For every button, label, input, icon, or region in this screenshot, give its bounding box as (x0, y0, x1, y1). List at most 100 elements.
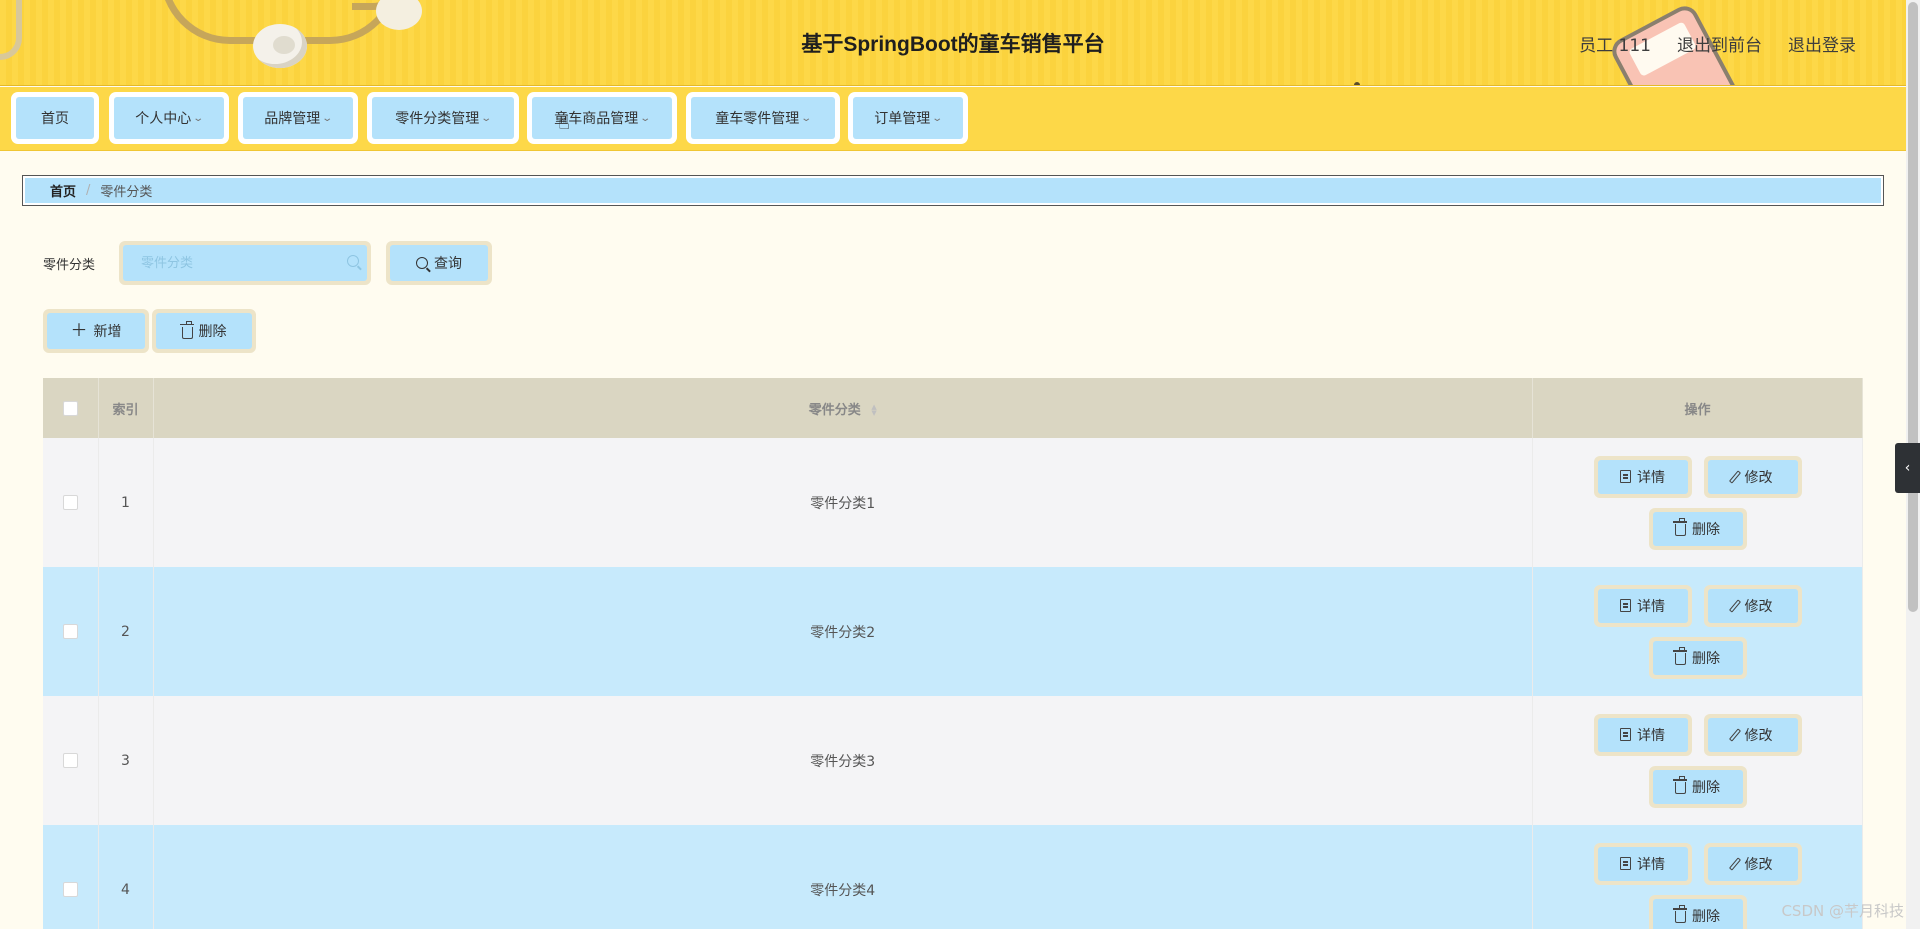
detail-button-inner: 详情 (1597, 588, 1688, 623)
delete-button-label: 删除 (1692, 779, 1720, 796)
header-select-all-cell (43, 378, 99, 438)
edit-button-inner: 修改 (1707, 846, 1798, 881)
chevron-left-icon: ‹ (1904, 460, 1911, 476)
edit-button-label: 修改 (1744, 727, 1773, 744)
delete-button-inner: 删除 (1652, 898, 1743, 929)
category-table: 索引 零件分类 ▲▼ 操作 1 零件分类1 详情 修改 删除 2 零件分类2 (43, 378, 1863, 929)
detail-button[interactable]: 详情 (1593, 584, 1692, 627)
decoration-earbud-icon (253, 24, 307, 68)
mouse-pointer-icon: ☝ (558, 110, 571, 134)
main-nav: 首页 个人中心 ⌄ 品牌管理 ⌄ 零件分类管理 ⌄ 童车商品管理 ⌄ 童车零件管… (0, 87, 1906, 151)
row-category: 零件分类3 (153, 696, 1533, 825)
document-icon (1620, 857, 1631, 870)
nav-item-brand[interactable]: 品牌管理 ⌄ (238, 92, 358, 144)
document-icon (1620, 470, 1631, 483)
row-index: 1 (98, 438, 154, 567)
detail-button[interactable]: 详情 (1593, 842, 1692, 885)
row-ops-cell: 详情 修改 删除 (1532, 438, 1863, 567)
header-user-area: 员工 111 退出到前台 退出登录 (1579, 31, 1856, 56)
search-input[interactable] (123, 245, 367, 281)
row-select-cell (43, 696, 99, 825)
chevron-down-icon: ⌄ (800, 112, 813, 124)
nav-item-part-category[interactable]: 零件分类管理 ⌄ (367, 92, 519, 144)
table-row: 3 零件分类3 详情 修改 删除 (43, 696, 1863, 825)
decoration-dot (1354, 82, 1360, 85)
search-input-wrap (119, 241, 371, 285)
side-panel-toggle[interactable]: ‹ (1895, 443, 1920, 493)
row-ops: 详情 修改 删除 (1588, 455, 1808, 550)
header-bar: 基于SpringBoot的童车销售平台 员工 111 退出到前台 退出登录 (0, 0, 1906, 86)
nav-item-profile[interactable]: 个人中心 ⌄ (109, 92, 229, 144)
nav-item-inner: 童车零件管理 ⌄ (691, 97, 835, 139)
nav-item-inner: 订单管理 ⌄ (853, 97, 963, 139)
delete-button-label: 删除 (1692, 521, 1720, 538)
trash-icon (1673, 518, 1687, 536)
breadcrumb: 首页 / 零件分类 (22, 175, 1884, 206)
logout-link[interactable]: 退出登录 (1788, 31, 1856, 56)
site-title: 基于SpringBoot的童车销售平台 (801, 33, 1105, 56)
row-select-cell (43, 567, 99, 696)
row-ops: 详情 修改 删除 (1588, 713, 1808, 808)
row-ops: 详情 修改 删除 (1588, 842, 1808, 929)
row-category: 零件分类4 (153, 825, 1533, 929)
select-all-checkbox[interactable] (62, 400, 78, 416)
edit-button[interactable]: 修改 (1703, 455, 1802, 498)
plus-icon: ＋ (70, 320, 88, 341)
edit-button-label: 修改 (1744, 469, 1773, 486)
row-category: 零件分类2 (153, 567, 1533, 696)
nav-item-inner: 品牌管理 ⌄ (243, 97, 353, 139)
search-icon (416, 257, 428, 269)
breadcrumb-inner: 首页 / 零件分类 (25, 178, 1881, 203)
delete-button[interactable]: 删除 (1648, 765, 1747, 808)
detail-button-label: 详情 (1637, 469, 1665, 486)
add-button[interactable]: ＋ 新增 (43, 309, 149, 353)
row-checkbox[interactable] (62, 495, 78, 510)
nav-item-orders[interactable]: 订单管理 ⌄ (848, 92, 968, 144)
detail-button-label: 详情 (1637, 856, 1665, 873)
pencil-icon (1728, 727, 1741, 742)
row-category: 零件分类1 (153, 438, 1533, 567)
delete-button[interactable]: 删除 (1648, 507, 1747, 550)
edit-button-label: 修改 (1744, 598, 1773, 615)
detail-button-inner: 详情 (1597, 459, 1688, 494)
delete-button-inner: 删除 (1652, 769, 1743, 804)
edit-button[interactable]: 修改 (1703, 584, 1802, 627)
row-index: 4 (98, 825, 154, 929)
delete-button[interactable]: 删除 (1648, 636, 1747, 679)
row-checkbox[interactable] (62, 882, 78, 897)
batch-delete-button-label: 删除 (198, 324, 227, 340)
detail-button[interactable]: 详情 (1593, 455, 1692, 498)
chevron-down-icon: ⌄ (480, 112, 493, 124)
edit-button-inner: 修改 (1707, 588, 1798, 623)
user-name: 员工 111 (1579, 36, 1651, 56)
chevron-down-icon: ⌄ (639, 112, 652, 124)
to-front-link[interactable]: 退出到前台 (1677, 31, 1762, 56)
nav-item-stroller-goods[interactable]: 童车商品管理 ⌄ (527, 92, 677, 144)
detail-button-inner: 详情 (1597, 717, 1688, 752)
scrollbar-thumb[interactable] (1908, 2, 1918, 612)
row-select-cell (43, 438, 99, 567)
nav-item-label: 首页 (41, 111, 69, 127)
nav-item-label: 童车零件管理 (715, 111, 800, 127)
row-checkbox[interactable] (62, 753, 78, 768)
table-row: 4 零件分类4 详情 修改 删除 (43, 825, 1863, 929)
trash-icon (179, 320, 194, 339)
nav-item-stroller-parts[interactable]: 童车零件管理 ⌄ (686, 92, 840, 144)
query-button[interactable]: 查询 (386, 241, 492, 285)
nav-item-label: 订单管理 (874, 111, 931, 127)
edit-button[interactable]: 修改 (1703, 713, 1802, 756)
edit-button[interactable]: 修改 (1703, 842, 1802, 885)
batch-delete-button[interactable]: 删除 (152, 309, 256, 353)
breadcrumb-home[interactable]: 首页 (50, 181, 76, 200)
search-label: 零件分类 (43, 258, 96, 273)
nav-item-label: 个人中心 (135, 111, 192, 127)
detail-button[interactable]: 详情 (1593, 713, 1692, 756)
delete-button[interactable]: 删除 (1648, 894, 1747, 929)
search-icon (347, 255, 359, 267)
row-checkbox[interactable] (62, 624, 78, 639)
header-category[interactable]: 零件分类 ▲ ▼ (153, 378, 1533, 438)
detail-button-label: 详情 (1637, 727, 1665, 744)
nav-item-home[interactable]: 首页 (11, 92, 99, 144)
chevron-down-icon: ⌄ (931, 112, 944, 124)
sort-icon[interactable]: ▲ ▼ (871, 404, 876, 417)
